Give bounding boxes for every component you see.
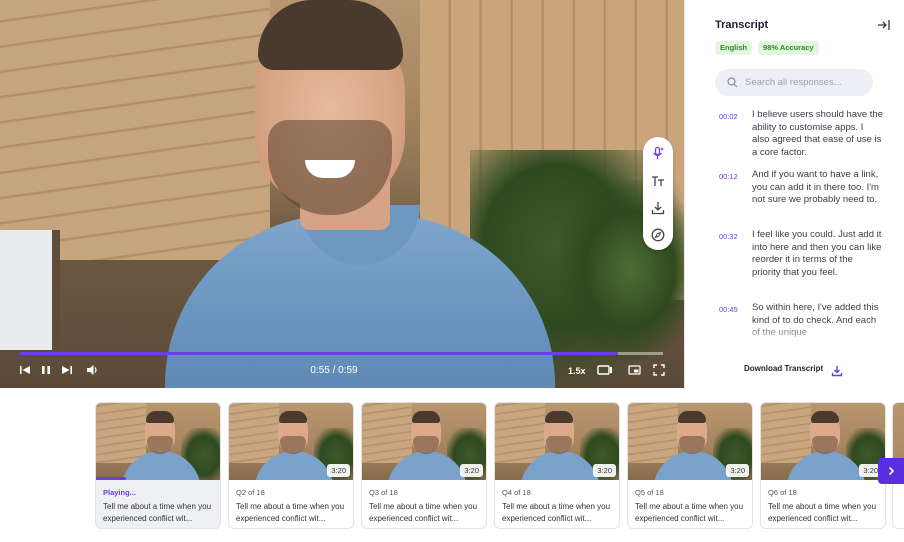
- download-transcript-icon[interactable]: [831, 364, 843, 377]
- clip-duration: 3:20: [593, 464, 616, 477]
- video-progress-bar[interactable]: [20, 352, 663, 355]
- clip-duration: 3:20: [726, 464, 749, 477]
- thumb-hair: [678, 411, 706, 423]
- clip-card[interactable]: 3:20 Q3 of 18 Tell me about a time when …: [361, 402, 487, 529]
- transcript-panel: Transcript English 98% Accuracy 00:02 I …: [684, 0, 904, 390]
- clip-question: Tell me about a time when you experience…: [236, 502, 345, 523]
- thumb-wall: [495, 403, 545, 463]
- clip-thumbnail: 3:20: [761, 403, 885, 480]
- clip-label: Q4 of 18: [502, 488, 531, 497]
- thumb-hair: [545, 411, 573, 423]
- entry-text: I believe users should have the ability …: [752, 109, 883, 158]
- thumb-hair: [146, 411, 174, 423]
- background-window: [0, 230, 60, 350]
- thumb-hair: [412, 411, 440, 423]
- clip-thumbnail: 3:20: [229, 403, 353, 480]
- compass-icon[interactable]: [650, 227, 666, 243]
- language-badge: English: [715, 41, 753, 55]
- video-player[interactable]: 0:55 / 0:59 1.5x: [0, 0, 684, 388]
- video-tool-strip: [643, 137, 673, 250]
- clip-card[interactable]: 3:20 Q6 of 18 Tell me about a time when …: [760, 402, 886, 529]
- background-wood-wall: [0, 0, 270, 260]
- video-time: 0:55 / 0:59: [310, 365, 358, 376]
- playback-speed[interactable]: 1.5x: [568, 366, 586, 376]
- clip-question: Tell me about a time when you experience…: [768, 502, 877, 523]
- download-transcript-button[interactable]: Download Transcript: [744, 364, 823, 373]
- magic-mic-icon[interactable]: [650, 145, 666, 161]
- thumb-hair: [279, 411, 307, 423]
- transcript-search[interactable]: [715, 69, 873, 96]
- pause-icon[interactable]: [38, 362, 54, 378]
- thumb-wall: [229, 403, 279, 463]
- clip-card[interactable]: 3:20 Q2 of 18 Tell me about a time when …: [228, 402, 354, 529]
- clip-label: Q6 of 18: [768, 488, 797, 497]
- entry-text: And if you want to have a link, you can …: [752, 169, 879, 205]
- interview-player-app: 0:55 / 0:59 1.5x Transcript English 98% …: [0, 0, 904, 542]
- clip-question: Tell me about a time when you experience…: [502, 502, 611, 523]
- clip-label: Q2 of 18: [236, 488, 265, 497]
- video-progress-fill: [20, 352, 618, 355]
- transcript-fade: [715, 320, 885, 350]
- clip-label: Q5 of 18: [635, 488, 664, 497]
- thumb-wall: [628, 403, 678, 463]
- person-hair: [258, 0, 403, 70]
- clip-card[interactable]: 3:20 Q5 of 18 Tell me about a time when …: [627, 402, 753, 529]
- clip-thumbnail: [96, 403, 220, 480]
- collapse-panel-icon[interactable]: [877, 18, 891, 32]
- accuracy-badge: 98% Accuracy: [758, 41, 819, 55]
- clip-progress: [96, 477, 126, 480]
- skip-forward-icon[interactable]: [59, 362, 75, 378]
- entry-timestamp[interactable]: 00:02: [719, 112, 738, 121]
- carousel-next-button[interactable]: [878, 458, 904, 484]
- clip-question: Tell me about a time when you experience…: [369, 502, 478, 523]
- clip-card[interactable]: 3:20 Q4 of 18 Tell me about a time when …: [494, 402, 620, 529]
- picture-in-picture-icon[interactable]: [626, 362, 642, 378]
- chevron-right-icon: [888, 466, 895, 476]
- skip-back-icon[interactable]: [17, 362, 33, 378]
- thumb-wall: [761, 403, 811, 463]
- thumb-wall: [362, 403, 412, 463]
- download-icon[interactable]: [650, 200, 666, 216]
- search-input[interactable]: [745, 73, 863, 92]
- clip-label: Q3 of 18: [369, 488, 398, 497]
- clip-card[interactable]: Playing... Tell me about a time when you…: [95, 402, 221, 529]
- entry-timestamp[interactable]: 00:12: [719, 172, 738, 181]
- entry-timestamp[interactable]: 00:45: [719, 305, 738, 314]
- captions-icon[interactable]: [597, 362, 613, 378]
- clip-question: Tell me about a time when you experience…: [635, 502, 744, 523]
- clip-duration: 3:20: [327, 464, 350, 477]
- clip-duration: 3:20: [460, 464, 483, 477]
- clip-question: Tell me about a time when you experience…: [103, 502, 212, 523]
- entry-text: I feel like you could. Just add it into …: [752, 229, 882, 278]
- transcript-entries[interactable]: 00:02 I believe users should have the ab…: [715, 108, 883, 348]
- search-icon: [727, 77, 738, 88]
- thumb-hair: [811, 411, 839, 423]
- clip-carousel: Playing... Tell me about a time when you…: [0, 390, 904, 542]
- entry-timestamp[interactable]: 00:32: [719, 232, 738, 241]
- volume-icon[interactable]: [84, 362, 100, 378]
- thumb-wall: [96, 403, 146, 463]
- clip-thumbnail: 3:20: [495, 403, 619, 480]
- clip-label: Playing...: [103, 488, 136, 497]
- transcript-title: Transcript: [715, 19, 769, 31]
- clip-thumbnail: 3:20: [362, 403, 486, 480]
- clip-thumbnail: 3:20: [628, 403, 752, 480]
- text-size-icon[interactable]: [650, 173, 666, 189]
- video-controls: 0:55 / 0:59 1.5x: [0, 358, 684, 388]
- fullscreen-icon[interactable]: [651, 362, 667, 378]
